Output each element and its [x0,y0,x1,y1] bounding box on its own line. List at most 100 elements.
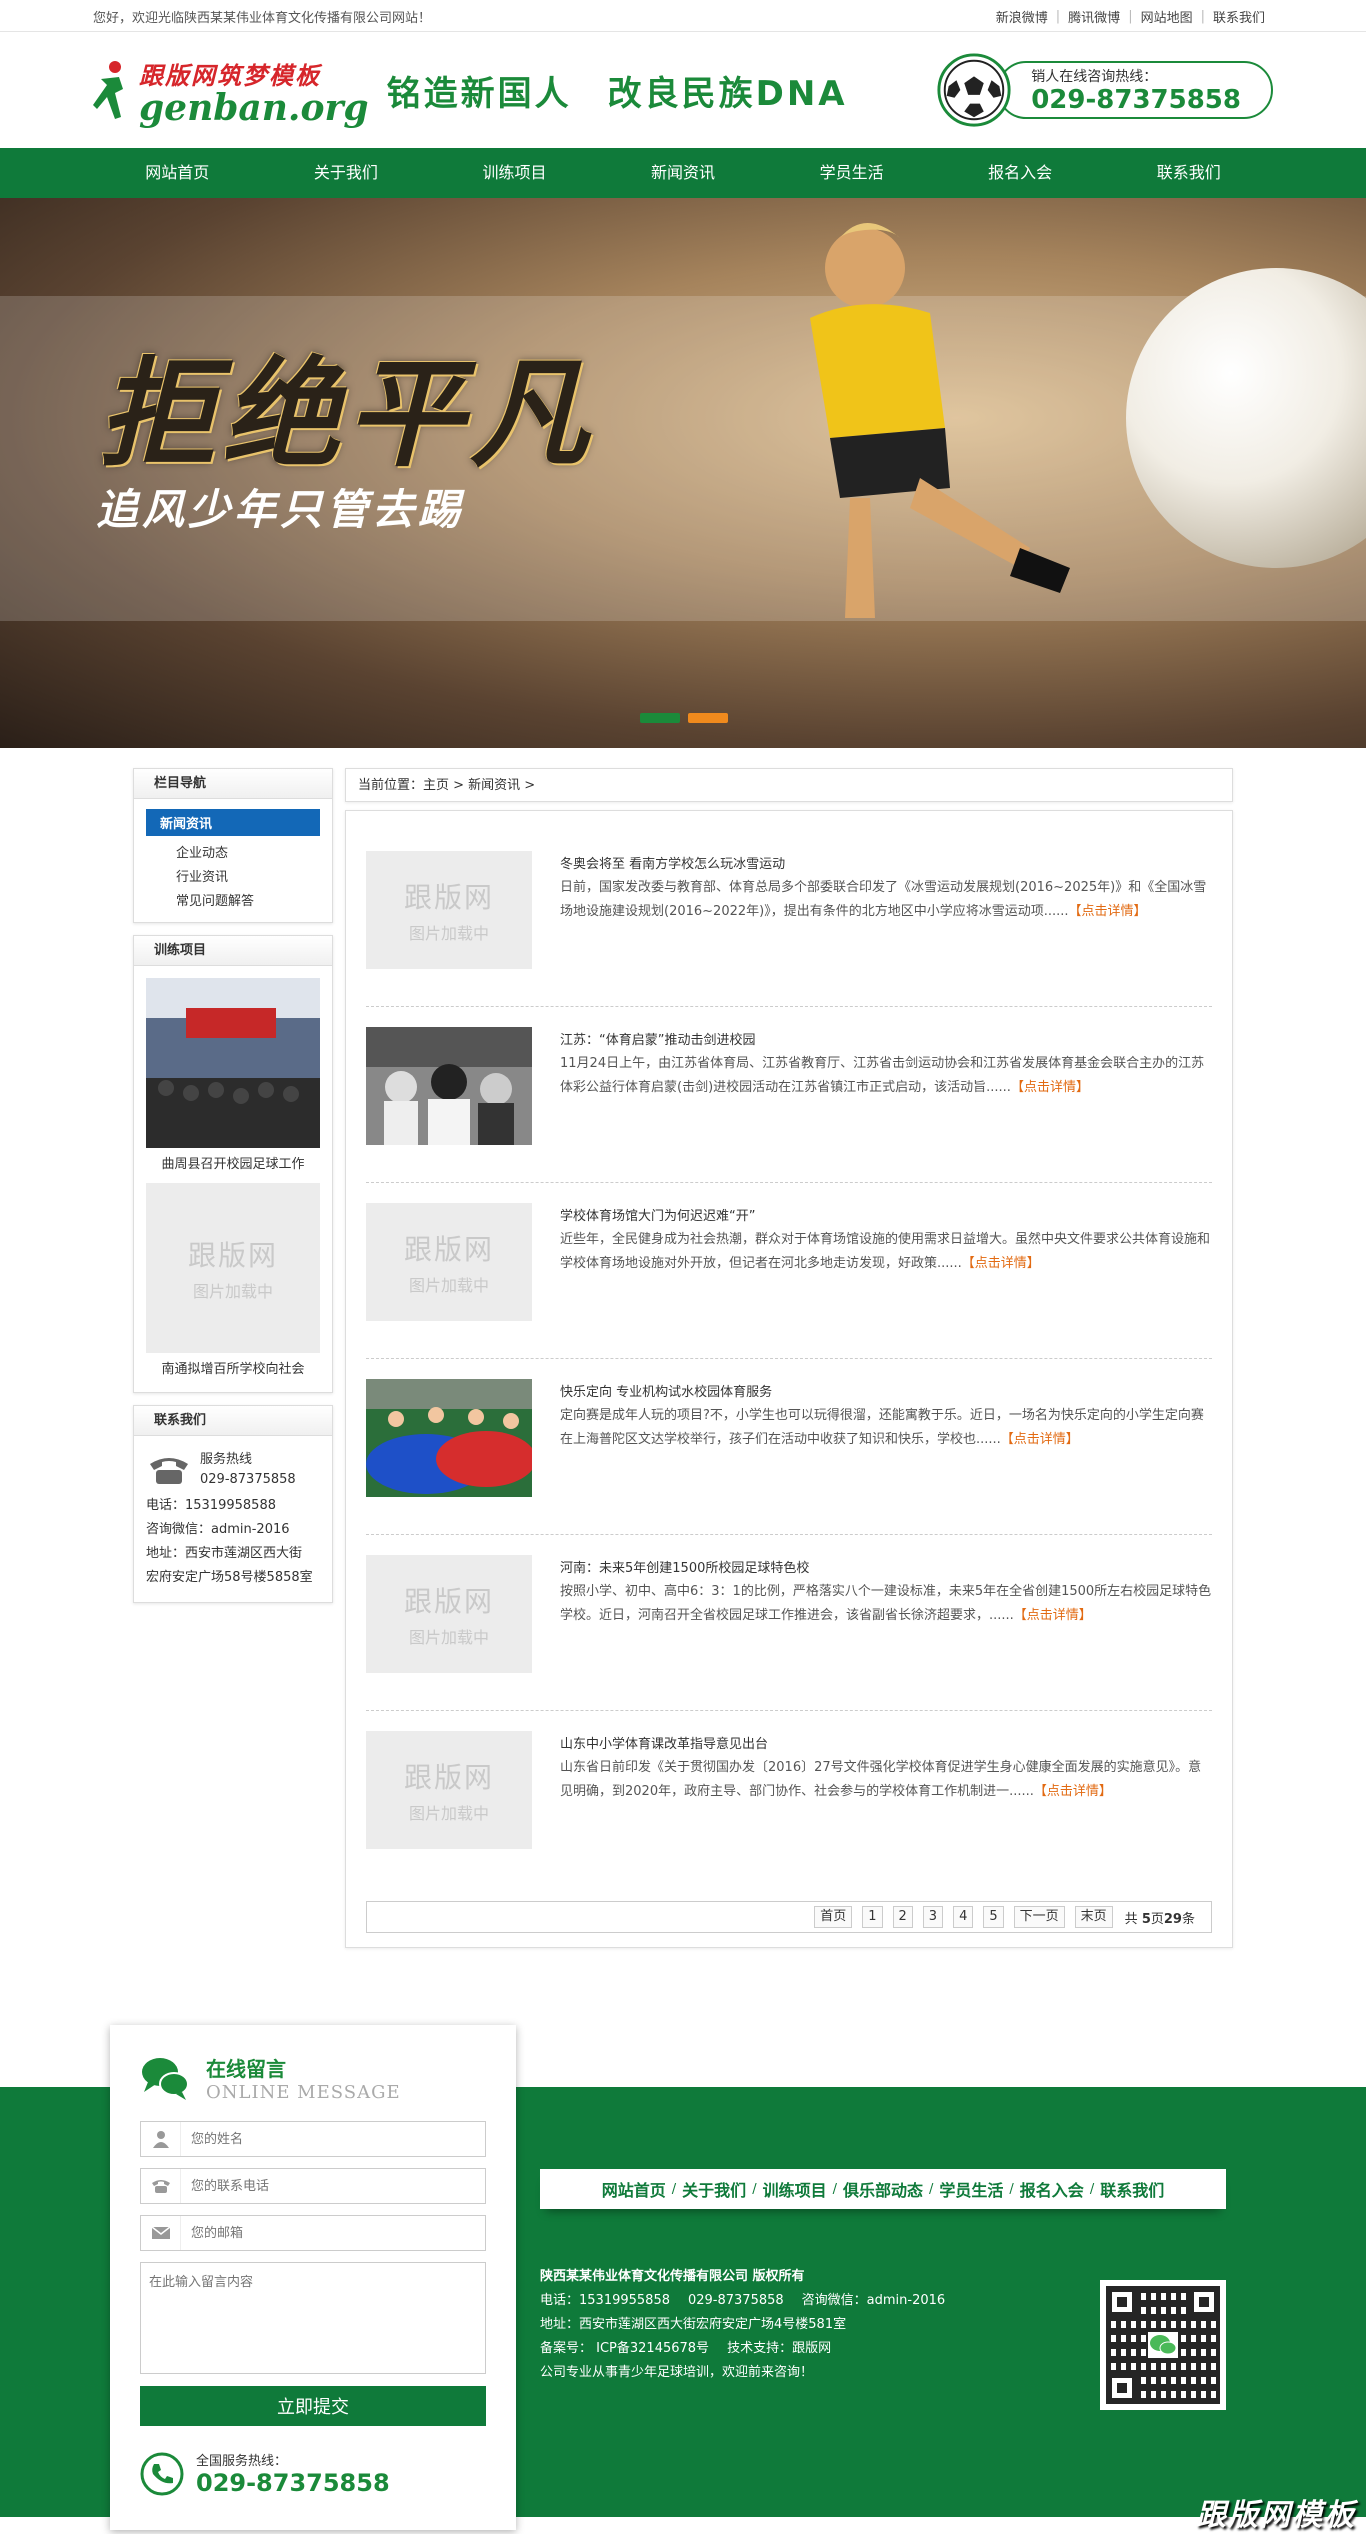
list-item[interactable]: 跟版网 图片加载中 冬奥会将至 看南方学校怎么玩冰雪运动 日前，国家发改委与教育部… [366,831,1212,1007]
hotline-number: 029-87375858 [196,2469,390,2497]
news-thumb-placeholder[interactable]: 跟版网 图片加载中 [366,851,532,969]
list-item[interactable]: 跟版网 图片加载中 山东中小学体育课改革指导意见出台 山东省日前印发《关于贯彻国办… [366,1711,1212,1887]
message-hotline: 全国服务热线： 029-87375858 [140,2450,486,2497]
sidebar-training-title: 训练项目 [134,936,332,966]
footer-nav: 网站首页 / 关于我们 / 训练项目 / 俱乐部动态 / 学员生活 / 报名入会 / 联系我… [540,2169,1226,2209]
training-photo-placeholder: 跟版网 图片加载中 [146,1183,320,1353]
contact-link[interactable]: 联系我们 [1205,7,1273,26]
contact-hotline: 029-87375858 [200,1472,296,1487]
banner-dot-1[interactable] [640,713,680,723]
news-thumb-placeholder[interactable]: 跟版网 图片加载中 [366,1203,532,1321]
news-thumb-photo[interactable] [366,1379,532,1497]
news-more-link[interactable]: 【点击详情】 [1011,1080,1089,1095]
news-thumb-placeholder[interactable]: 跟版网 图片加载中 [366,1555,532,1673]
sidebar-item-industry[interactable]: 行业资讯 [146,866,320,890]
pagination: 首页 1 2 3 4 5 下一页 末页 共 5页29条 [366,1901,1212,1933]
news-more-link[interactable]: 【点击详情】 [1014,1608,1092,1623]
page-2[interactable]: 2 [892,1906,913,1928]
nav-about[interactable]: 关于我们 [262,148,431,198]
list-item[interactable]: 跟版网 图片加载中 河南：未来5年创建1500所校园足球特色校 按照小学、初中、高… [366,1535,1212,1711]
news-summary: 定向赛是成年人玩的项目?不，小学生也可以玩得很溜，还能寓教于乐。近日，一场名为快… [560,1408,1204,1447]
footer-nav-signup[interactable]: 报名入会 [1020,2177,1084,2201]
sidebar-contact-title: 联系我们 [134,1406,332,1436]
sidebar-training-box: 训练项目 曲周县召开校园足球工作 跟版网 图片加载中 南通拟增百所学校向社会 [133,935,333,1393]
name-input[interactable] [181,2123,481,2155]
sidebar-nav-box: 栏目导航 新闻资讯 企业动态 行业资讯 常见问题解答 [133,768,333,923]
footer-address: 地址：西安市莲湖区西大街宏府安定广场4号楼581室 [540,2317,847,2332]
footer-nav-training[interactable]: 训练项目 [763,2177,827,2201]
training-item[interactable]: 跟版网 图片加载中 南通拟增百所学校向社会 [146,1183,320,1380]
banner-dot-2[interactable] [688,713,728,723]
footer-icp[interactable]: 备案号： ICP备32145678号 [540,2341,709,2356]
news-more-link[interactable]: 【点击详情】 [1069,904,1147,919]
footer-nav-home[interactable]: 网站首页 [602,2177,666,2201]
nav-signup[interactable]: 报名入会 [936,148,1105,198]
training-caption: 南通拟增百所学校向社会 [161,1362,305,1377]
page-4[interactable]: 4 [953,1906,974,1928]
news-title[interactable]: 快乐定向 专业机构试水校园体育服务 [560,1381,1212,1400]
list-item[interactable]: 跟版网 图片加载中 学校体育场馆大门为何迟迟难“开” 近些年，全民健身成为社会热潮… [366,1183,1212,1359]
news-title[interactable]: 河南：未来5年创建1500所校园足球特色校 [560,1557,1212,1576]
news-thumb-placeholder[interactable]: 跟版网 图片加载中 [366,1731,532,1849]
message-textarea[interactable] [140,2262,486,2374]
news-more-link[interactable]: 【点击详情】 [1001,1432,1079,1447]
sidebar-item-faq[interactable]: 常见问题解答 [146,890,320,914]
training-item[interactable]: 曲周县召开校园足球工作 [146,978,320,1175]
footer-info: 陕西某某伟业体育文化传播有限公司 版权所有 电话：15319955858 029-… [540,2265,963,2385]
sidebar-nav-title: 栏目导航 [134,769,332,799]
footer-support[interactable]: 技术支持：跟版网 [727,2341,831,2356]
submit-button[interactable]: 立即提交 [140,2386,486,2426]
footer-nav-about[interactable]: 关于我们 [682,2177,746,2201]
news-title[interactable]: 冬奥会将至 看南方学校怎么玩冰雪运动 [560,853,1212,872]
chat-bubbles-icon [142,2058,189,2100]
phone-icon [141,2169,181,2203]
sidebar-item-company-news[interactable]: 企业动态 [146,842,320,866]
logo[interactable]: 跟版网筑梦模板 genban.org 铭造新国人 改良民族DNA [93,56,848,126]
sidebar-contact-box: 联系我们 服务热线 029-87375858 电话：15319958588 咨询… [133,1405,333,1603]
news-title[interactable]: 学校体育场馆大门为何迟迟难“开” [560,1205,1212,1224]
hotline-number: 029-87375858 [1031,85,1241,115]
placeholder-line2: 图片加载中 [192,1282,273,1301]
placeholder-line2: 图片加载中 [408,1804,489,1823]
news-thumb-photo[interactable] [366,1027,532,1145]
footer-nav-contact[interactable]: 联系我们 [1100,2177,1164,2201]
weibo-tencent-link[interactable]: 腾讯微博 [1060,7,1128,26]
contact-tel: 电话：15319958588 [146,1498,276,1513]
nav-student-life[interactable]: 学员生活 [767,148,936,198]
soccer-ball-icon [937,53,1011,127]
contact-hotline-label: 服务热线 [200,1452,253,1467]
page-first[interactable]: 首页 [814,1906,853,1928]
sidebar-item-news[interactable]: 新闻资讯 [146,809,320,836]
nav-contact[interactable]: 联系我们 [1104,148,1273,198]
news-summary: 近些年，全民健身成为社会热潮，群众对于体育场馆设施的使用需求日益增大。虽然中央文… [560,1232,1211,1271]
sitemap-link[interactable]: 网站地图 [1133,7,1201,26]
main-content: 栏目导航 新闻资讯 企业动态 行业资讯 常见问题解答 训练项目 曲周县召开校园足… [133,768,1233,1948]
placeholder-line1: 跟版网 [403,1233,494,1266]
nav-news[interactable]: 新闻资讯 [599,148,768,198]
phone-input[interactable] [181,2170,481,2202]
footer-wechat: 咨询微信：admin-2016 [801,2293,946,2308]
page-next[interactable]: 下一页 [1013,1906,1065,1928]
list-item[interactable]: 江苏：“体育启蒙”推动击剑进校园 11月24日上午，由江苏省体育局、江苏省教育厅… [366,1007,1212,1183]
page-1[interactable]: 1 [862,1906,883,1928]
qr-code [1100,2280,1226,2410]
footer-nav-student-life[interactable]: 学员生活 [939,2177,1003,2201]
page-last[interactable]: 末页 [1074,1906,1113,1928]
page-3[interactable]: 3 [922,1906,944,1928]
news-more-link[interactable]: 【点击详情】 [962,1256,1040,1271]
welcome-text: 您好，欢迎光临陕西某某伟业体育文化传播有限公司网站！ [93,10,432,26]
weibo-sina-link[interactable]: 新浪微博 [988,7,1056,26]
list-item[interactable]: 快乐定向 专业机构试水校园体育服务 定向赛是成年人玩的项目?不，小学生也可以玩得… [366,1359,1212,1535]
placeholder-line1: 跟版网 [403,881,494,914]
hotline-label: 全国服务热线： [196,2454,288,2469]
nav-home[interactable]: 网站首页 [93,148,262,198]
page-5[interactable]: 5 [983,1906,1004,1928]
email-input[interactable] [181,2217,481,2249]
news-title[interactable]: 山东中小学体育课改革指导意见出台 [560,1733,1212,1752]
footer-nav-club-news[interactable]: 俱乐部动态 [843,2177,923,2201]
hero-banner[interactable]: 拒绝平凡 追风少年只管去踢 [0,198,1366,748]
news-more-link[interactable]: 【点击详情】 [1034,1784,1112,1799]
nav-training[interactable]: 训练项目 [430,148,599,198]
placeholder-line1: 跟版网 [403,1585,494,1618]
news-title[interactable]: 江苏：“体育启蒙”推动击剑进校园 [560,1029,1212,1048]
